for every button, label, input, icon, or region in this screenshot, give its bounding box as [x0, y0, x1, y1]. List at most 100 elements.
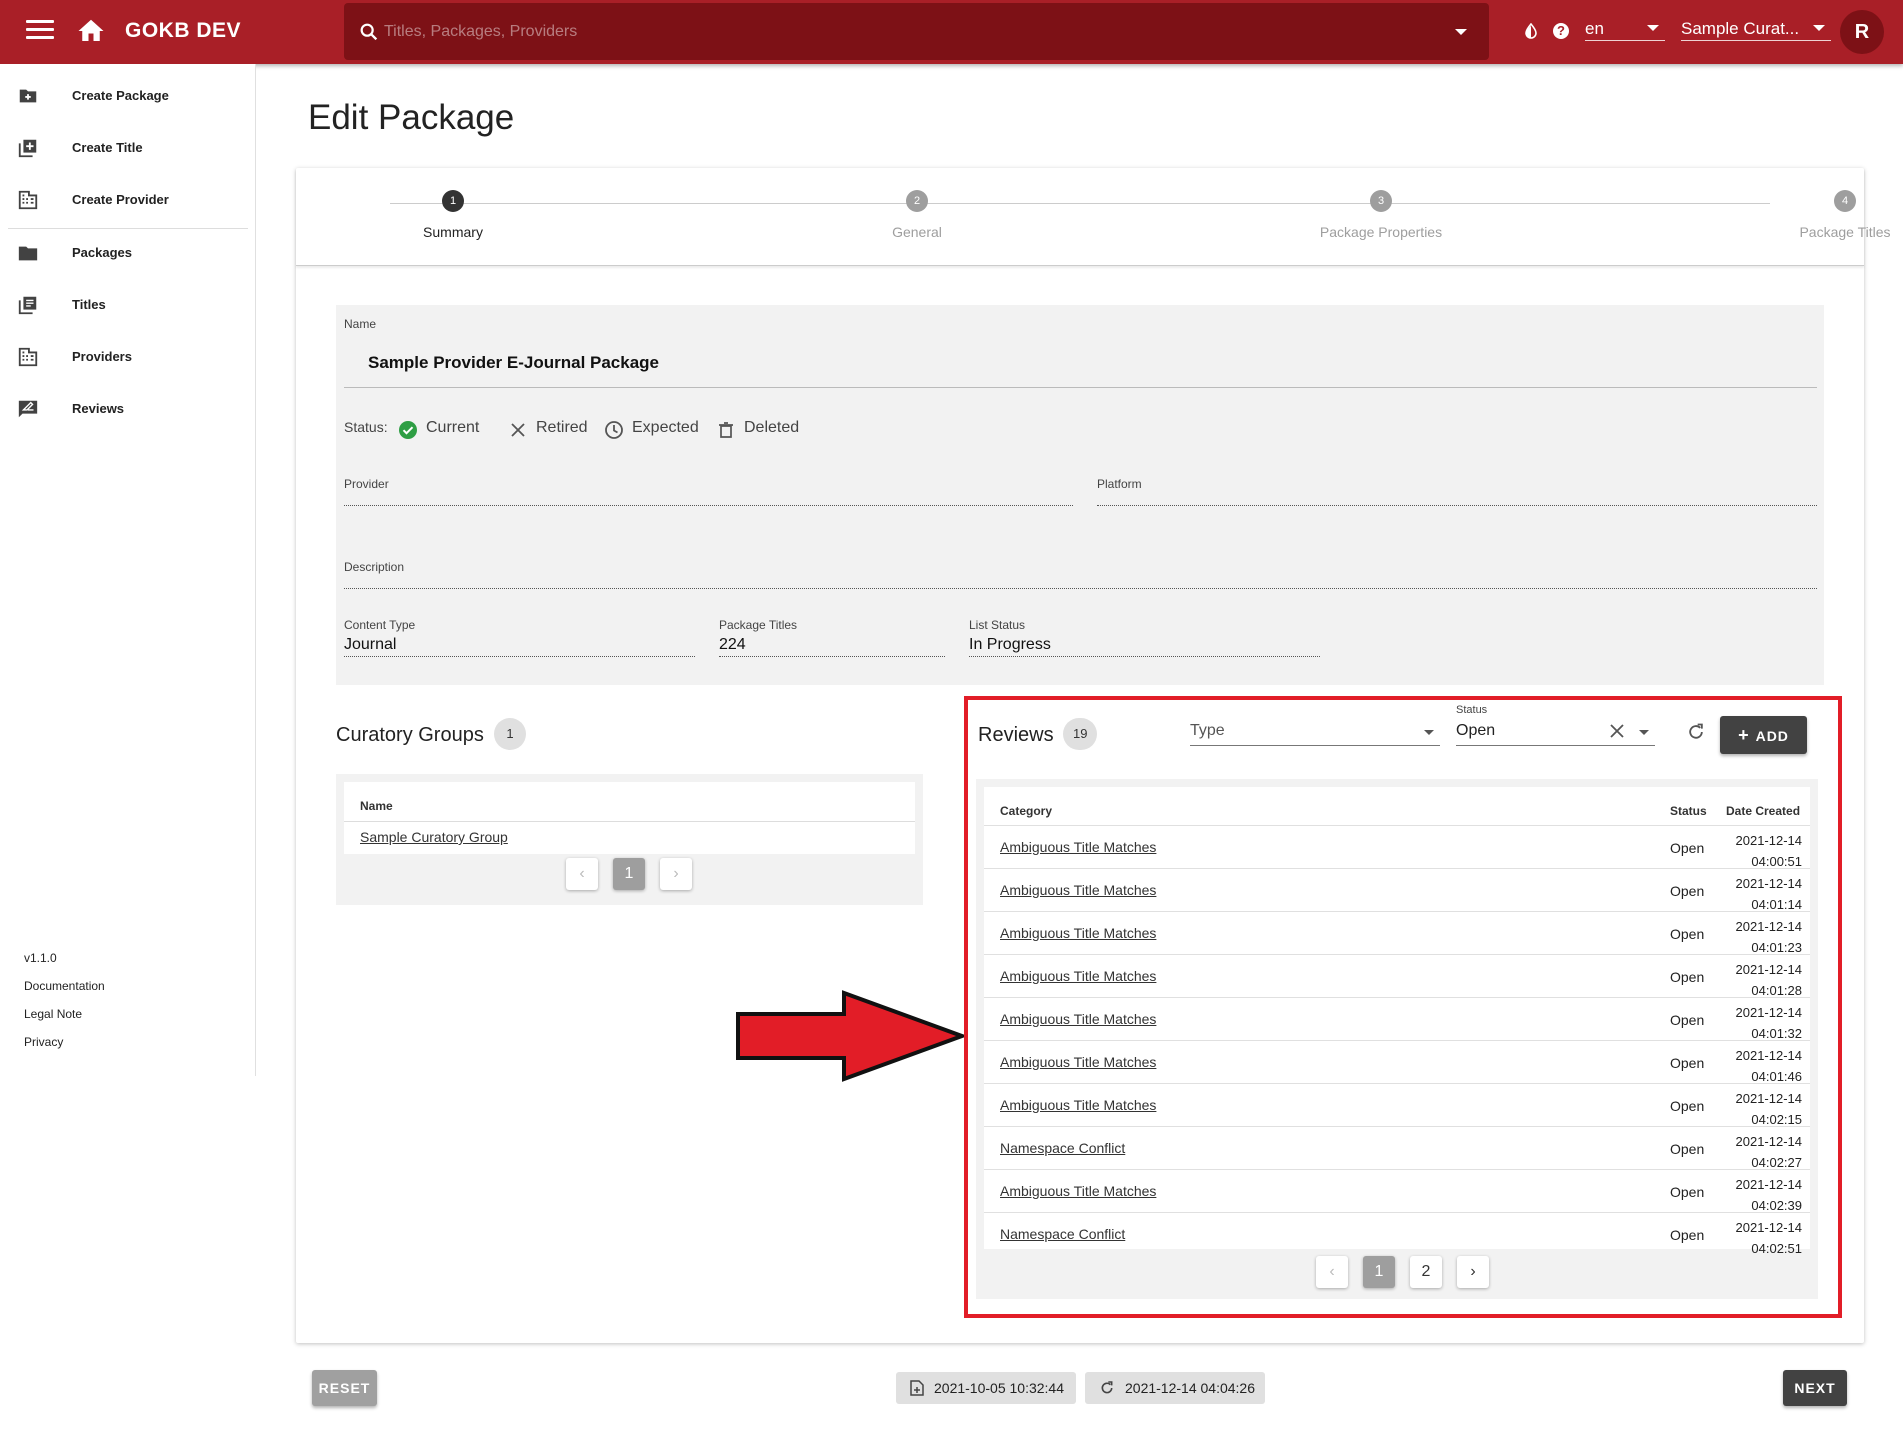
review-category-link[interactable]: Ambiguous Title Matches	[1000, 925, 1156, 941]
package-name-field[interactable]: Sample Provider E-Journal Package	[368, 353, 659, 373]
column-header-date-created[interactable]: Date Created	[1726, 804, 1800, 818]
table-row: Ambiguous Title Matches Open 2021-12-14 0…	[984, 911, 1810, 955]
curatory-group-value: Sample Curat...	[1681, 19, 1800, 38]
global-search[interactable]	[344, 3, 1489, 60]
plus-icon: +	[1738, 725, 1750, 745]
app-bar: GOKB DEV ? en Sample Curat... R	[0, 0, 1903, 64]
provider-field[interactable]: Provider	[344, 477, 1073, 507]
prev-page-button[interactable]: ‹	[1316, 1256, 1348, 1288]
privacy-link[interactable]: Privacy	[24, 1035, 63, 1049]
sidebar-item-create-provider[interactable]: Create Provider	[0, 174, 255, 226]
column-header-name[interactable]: Name	[360, 799, 393, 813]
search-input[interactable]	[384, 15, 1384, 49]
review-status: Open	[1670, 1184, 1705, 1200]
review-date-day: 2021-12-14	[1735, 1177, 1803, 1192]
table-row: Ambiguous Title Matches Open 2021-12-14 0…	[984, 825, 1810, 869]
sidebar-item-reviews[interactable]: Reviews	[0, 383, 255, 435]
review-status: Open	[1670, 1055, 1705, 1071]
home-icon[interactable]	[76, 16, 106, 46]
review-category-link[interactable]: Namespace Conflict	[1000, 1140, 1125, 1156]
description-field[interactable]: Description	[344, 560, 1817, 590]
curatory-group-link[interactable]: Sample Curatory Group	[360, 829, 508, 845]
chevron-down-icon	[1813, 25, 1825, 31]
sidebar-item-titles[interactable]: Titles	[0, 279, 255, 331]
review-status: Open	[1670, 926, 1705, 942]
column-header-status[interactable]: Status	[1670, 804, 1707, 818]
page-1-button[interactable]: 1	[1363, 1256, 1395, 1288]
review-status-select[interactable]: Open	[1456, 716, 1655, 746]
page-title: Edit Package	[308, 98, 515, 137]
page-2-button[interactable]: 2	[1410, 1256, 1442, 1288]
description-label: Description	[344, 560, 405, 574]
review-category-link[interactable]: Ambiguous Title Matches	[1000, 1097, 1156, 1113]
review-date: 2021-12-14 04:02:15	[1736, 1088, 1803, 1130]
review-category-link[interactable]: Ambiguous Title Matches	[1000, 968, 1156, 984]
review-category-link[interactable]: Ambiguous Title Matches	[1000, 1183, 1156, 1199]
documentation-link[interactable]: Documentation	[24, 979, 105, 993]
review-date: 2021-12-14 04:00:51	[1736, 830, 1803, 872]
type-placeholder: Type	[1190, 722, 1225, 739]
sidebar-item-create-title[interactable]: Create Title	[0, 122, 255, 174]
provider-underline	[344, 505, 1073, 506]
contrast-icon[interactable]	[1523, 23, 1539, 39]
clock-icon	[605, 421, 623, 439]
status-option-label: Expected	[632, 419, 699, 436]
next-page-button[interactable]: ›	[1457, 1256, 1489, 1288]
review-status: Open	[1670, 969, 1705, 985]
review-date: 2021-12-14 04:02:27	[1736, 1131, 1803, 1173]
titles-icon	[18, 296, 37, 315]
review-date: 2021-12-14 04:01:23	[1736, 916, 1803, 958]
table-row: Namespace Conflict Open 2021-12-14 04:02:…	[984, 1126, 1810, 1170]
menu-icon[interactable]	[26, 20, 54, 44]
review-category-link[interactable]: Ambiguous Title Matches	[1000, 882, 1156, 898]
content-type-value: Journal	[344, 636, 397, 653]
table-row: Ambiguous Title Matches Open 2021-12-14 0…	[984, 1083, 1810, 1127]
add-label: ADD	[1755, 728, 1789, 744]
column-header-category[interactable]: Category	[1000, 804, 1052, 818]
stepper: 1 Summary 2 General 3 Package Properties…	[296, 168, 1891, 266]
app-brand[interactable]: GOKB DEV	[125, 19, 241, 43]
reviews-panel: Category Status Date Created Ambiguous T…	[976, 779, 1818, 1299]
created-date: 2021-10-05 10:32:44	[934, 1380, 1064, 1396]
step-label: Package Properties	[1319, 224, 1443, 240]
language-select[interactable]: en	[1585, 17, 1665, 41]
sidebar-item-label: Create Title	[72, 140, 143, 155]
sidebar-item-providers[interactable]: Providers	[0, 331, 255, 383]
language-value: en	[1585, 19, 1604, 38]
review-status: Open	[1670, 1012, 1705, 1028]
platform-field[interactable]: Platform	[1097, 477, 1817, 507]
status-label: Status:	[344, 419, 388, 435]
review-category-link[interactable]: Ambiguous Title Matches	[1000, 1054, 1156, 1070]
add-review-button[interactable]: + ADD	[1720, 716, 1807, 754]
chevron-down-icon	[1639, 730, 1649, 735]
legal-note-link[interactable]: Legal Note	[24, 1007, 82, 1021]
clear-icon[interactable]	[1609, 723, 1625, 739]
help-icon[interactable]: ?	[1553, 23, 1569, 39]
page-1-button[interactable]: 1	[613, 858, 645, 890]
content-type-field[interactable]: Content Type Journal	[344, 618, 695, 658]
review-category-link[interactable]: Ambiguous Title Matches	[1000, 839, 1156, 855]
table-row: Ambiguous Title Matches Open 2021-12-14 0…	[984, 997, 1810, 1041]
review-type-select[interactable]: Type	[1190, 716, 1440, 746]
reset-button[interactable]: RESET	[312, 1370, 377, 1406]
package-titles-field[interactable]: Package Titles 224	[719, 618, 945, 658]
review-category-link[interactable]: Namespace Conflict	[1000, 1226, 1125, 1242]
review-category-link[interactable]: Ambiguous Title Matches	[1000, 1011, 1156, 1027]
list-status-field[interactable]: List Status In Progress	[969, 618, 1320, 658]
review-date-day: 2021-12-14	[1735, 833, 1803, 848]
next-button[interactable]: NEXT	[1783, 1370, 1847, 1406]
sidebar-item-packages[interactable]: Packages	[0, 227, 255, 279]
step-label: Package Titles	[1799, 224, 1891, 240]
create-package-icon	[19, 89, 37, 103]
avatar[interactable]: R	[1840, 10, 1884, 54]
prev-page-button[interactable]: ‹	[566, 858, 598, 890]
curatory-group-select[interactable]: Sample Curat...	[1681, 17, 1831, 41]
refresh-icon[interactable]	[1686, 722, 1706, 742]
sidebar-item-create-package[interactable]: Create Package	[0, 70, 255, 122]
next-page-button[interactable]: ›	[660, 858, 692, 890]
arrow-annotation	[736, 990, 968, 1082]
review-status: Open	[1670, 1227, 1705, 1243]
package-titles-label: Package Titles	[719, 618, 798, 632]
chevron-down-icon[interactable]	[1455, 29, 1467, 35]
curatory-groups-panel: Name Sample Curatory Group ‹ 1 ›	[336, 774, 923, 905]
